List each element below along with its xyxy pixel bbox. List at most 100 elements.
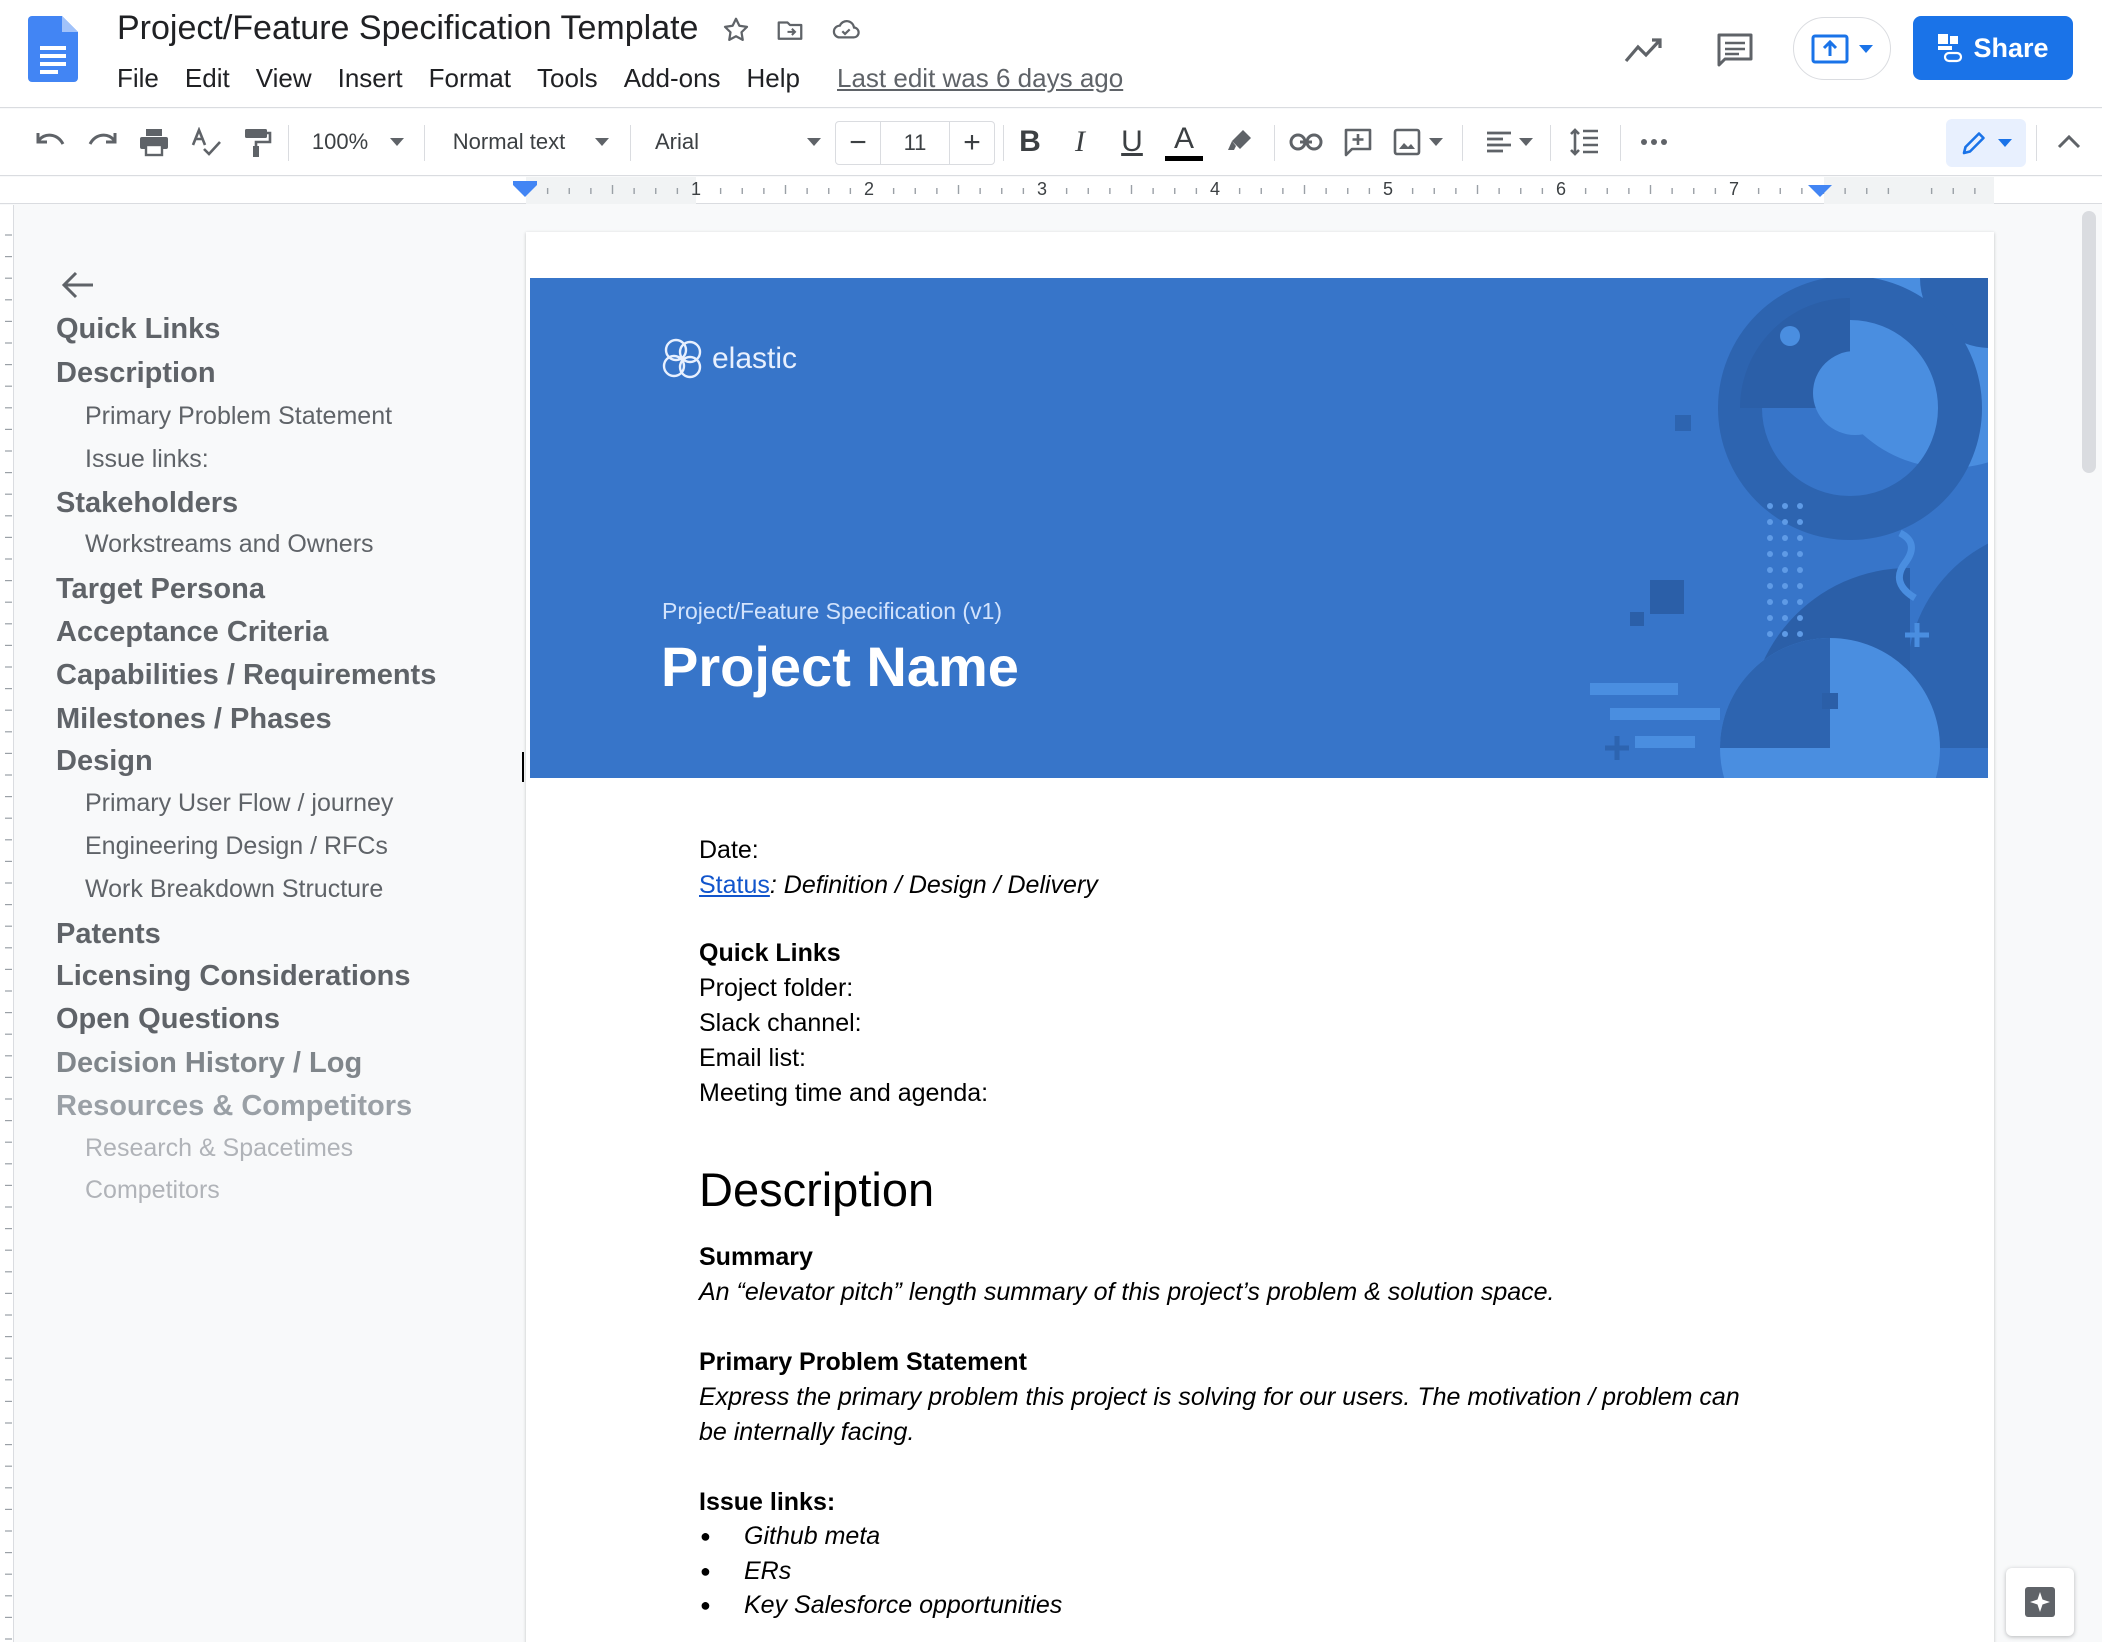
decrease-font-size-button[interactable]: − (836, 122, 880, 164)
share-label: Share (1973, 32, 2049, 63)
explore-button[interactable] (2006, 1568, 2074, 1636)
comments-icon[interactable] (1707, 22, 1763, 78)
outline-item-licensing-considerations[interactable]: Licensing Considerations (56, 960, 411, 993)
outline-item-design[interactable]: Design (56, 745, 153, 778)
print-icon[interactable] (134, 119, 174, 165)
outline-item-patents[interactable]: Patents (56, 918, 161, 951)
header-banner: elastic Project/Feature Specification (v… (530, 278, 1988, 778)
move-to-folder-icon[interactable] (772, 12, 808, 48)
zoom-select[interactable]: 100% (306, 119, 410, 165)
outline-item-acceptance-criteria[interactable]: Acceptance Criteria (56, 616, 328, 649)
document-page[interactable]: elastic Project/Feature Specification (v… (522, 232, 1994, 1642)
add-comment-icon[interactable] (1338, 119, 1378, 165)
outline-item-primary-problem-statement[interactable]: Primary Problem Statement (85, 402, 392, 431)
outline-item-research-spacetimes[interactable]: Research & Spacetimes (85, 1134, 353, 1163)
star-icon[interactable] (718, 12, 754, 48)
undo-icon[interactable] (31, 119, 71, 165)
outline-item-engineering-design-rfcs[interactable]: Engineering Design / RFCs (85, 832, 388, 861)
font-family-select[interactable]: Arial (655, 119, 821, 165)
outline-item-capabilities-requirements[interactable]: Capabilities / Requirements (56, 659, 436, 692)
summary-heading: Summary (699, 1243, 813, 1271)
insert-image-button[interactable] (1390, 119, 1446, 165)
problem-statement-text: Express the primary problem this project… (699, 1383, 1740, 1411)
chevron-down-icon (1859, 44, 1873, 53)
outline-item-stakeholders[interactable]: Stakeholders (56, 487, 238, 520)
present-button[interactable] (1793, 17, 1891, 80)
outline-item-open-questions[interactable]: Open Questions (56, 1003, 280, 1036)
outline-item-primary-user-flow-journey[interactable]: Primary User Flow / journey (85, 789, 393, 818)
document-title[interactable]: Project/Feature Specification Template (117, 9, 698, 48)
align-button[interactable] (1480, 119, 1538, 165)
description-heading: Description (699, 1163, 935, 1216)
close-outline-button[interactable] (46, 253, 110, 317)
google-docs-window: Project/Feature Specification Template F… (0, 0, 2102, 1642)
editing-mode-button[interactable] (1946, 119, 2026, 167)
vertical-scrollbar[interactable] (2076, 205, 2102, 1642)
horizontal-ruler[interactable]: 1 2 3 4 5 6 7 (0, 177, 2102, 204)
redo-icon[interactable] (82, 119, 122, 165)
activity-trend-icon[interactable] (1616, 22, 1672, 78)
elastic-logo-icon (662, 338, 702, 379)
ruler-number: 1 (690, 179, 702, 199)
italic-button[interactable]: I (1062, 119, 1098, 165)
increase-font-size-button[interactable]: + (950, 122, 994, 164)
outline-item-target-persona[interactable]: Target Persona (56, 573, 265, 606)
last-edit-link[interactable]: Last edit was 6 days ago (837, 63, 1123, 94)
outline-item-milestones-phases[interactable]: Milestones / Phases (56, 703, 332, 736)
banner-subtitle: Project/Feature Specification (v1) (662, 598, 1003, 624)
menu-tools[interactable]: Tools (524, 58, 611, 98)
underline-button[interactable]: U (1114, 119, 1150, 165)
line-spacing-icon[interactable] (1564, 119, 1604, 165)
menu-file[interactable]: File (104, 58, 172, 98)
share-button[interactable]: Share (1913, 16, 2073, 80)
arrow-back-icon (61, 271, 93, 299)
hide-menus-icon[interactable] (2050, 119, 2088, 165)
paragraph-style-select[interactable]: Normal text (446, 119, 616, 165)
toolbar-divider (1274, 125, 1275, 161)
outline-item-work-breakdown-structure[interactable]: Work Breakdown Structure (85, 875, 383, 904)
toolbar-divider (1550, 125, 1551, 161)
toolbar-divider (424, 125, 425, 161)
date-label: Date: (699, 836, 759, 864)
first-line-indent-marker[interactable] (513, 181, 537, 185)
scrollbar-thumb[interactable] (2082, 211, 2096, 473)
text-color-swatch (1165, 155, 1203, 161)
font-size-input[interactable]: 11 (880, 122, 950, 164)
spellcheck-icon[interactable] (186, 119, 226, 165)
menu-help[interactable]: Help (734, 58, 813, 98)
quick-links-heading: Quick Links (699, 939, 841, 967)
menu-add-ons[interactable]: Add-ons (611, 58, 734, 98)
toolbar-divider (1003, 125, 1004, 161)
menu-format[interactable]: Format (416, 58, 524, 98)
more-options-icon[interactable] (1634, 119, 1674, 165)
outline-item-decision-history-log[interactable]: Decision History / Log (56, 1047, 362, 1080)
chevron-down-icon (807, 138, 821, 146)
menu-bar: File Edit View Insert Format Tools Add-o… (104, 58, 1123, 98)
vertical-ruler[interactable] (0, 205, 14, 1642)
paint-format-icon[interactable] (237, 119, 277, 165)
elastic-logo: elastic (660, 336, 797, 382)
outline-item-issue-links[interactable]: Issue links: (85, 445, 209, 474)
text-cursor (522, 752, 524, 782)
outline-item-description[interactable]: Description (56, 357, 216, 390)
outline-item-workstreams-and-owners[interactable]: Workstreams and Owners (85, 530, 374, 559)
status-link[interactable]: Status (699, 871, 770, 899)
chevron-down-icon (390, 138, 405, 146)
quick-link-project-folder: Project folder: (699, 974, 854, 1002)
outline-item-resources-competitors[interactable]: Resources & Competitors (56, 1090, 412, 1123)
people-link-icon (1938, 34, 1963, 63)
ruler-number: 7 (1728, 179, 1740, 199)
ruler-number: 2 (863, 179, 875, 199)
text-color-button[interactable]: A (1163, 119, 1205, 165)
docs-logo-icon[interactable] (28, 16, 78, 82)
insert-link-icon[interactable] (1286, 119, 1326, 165)
cloud-saved-icon[interactable] (828, 12, 864, 48)
outline-item-quick-links[interactable]: Quick Links (56, 313, 220, 346)
highlight-color-icon[interactable] (1220, 119, 1260, 165)
bold-button[interactable]: B (1012, 119, 1048, 165)
outline-item-competitors[interactable]: Competitors (85, 1176, 220, 1205)
chevron-down-icon (595, 138, 610, 146)
menu-insert[interactable]: Insert (325, 58, 416, 98)
menu-edit[interactable]: Edit (172, 58, 243, 98)
menu-view[interactable]: View (243, 58, 325, 98)
